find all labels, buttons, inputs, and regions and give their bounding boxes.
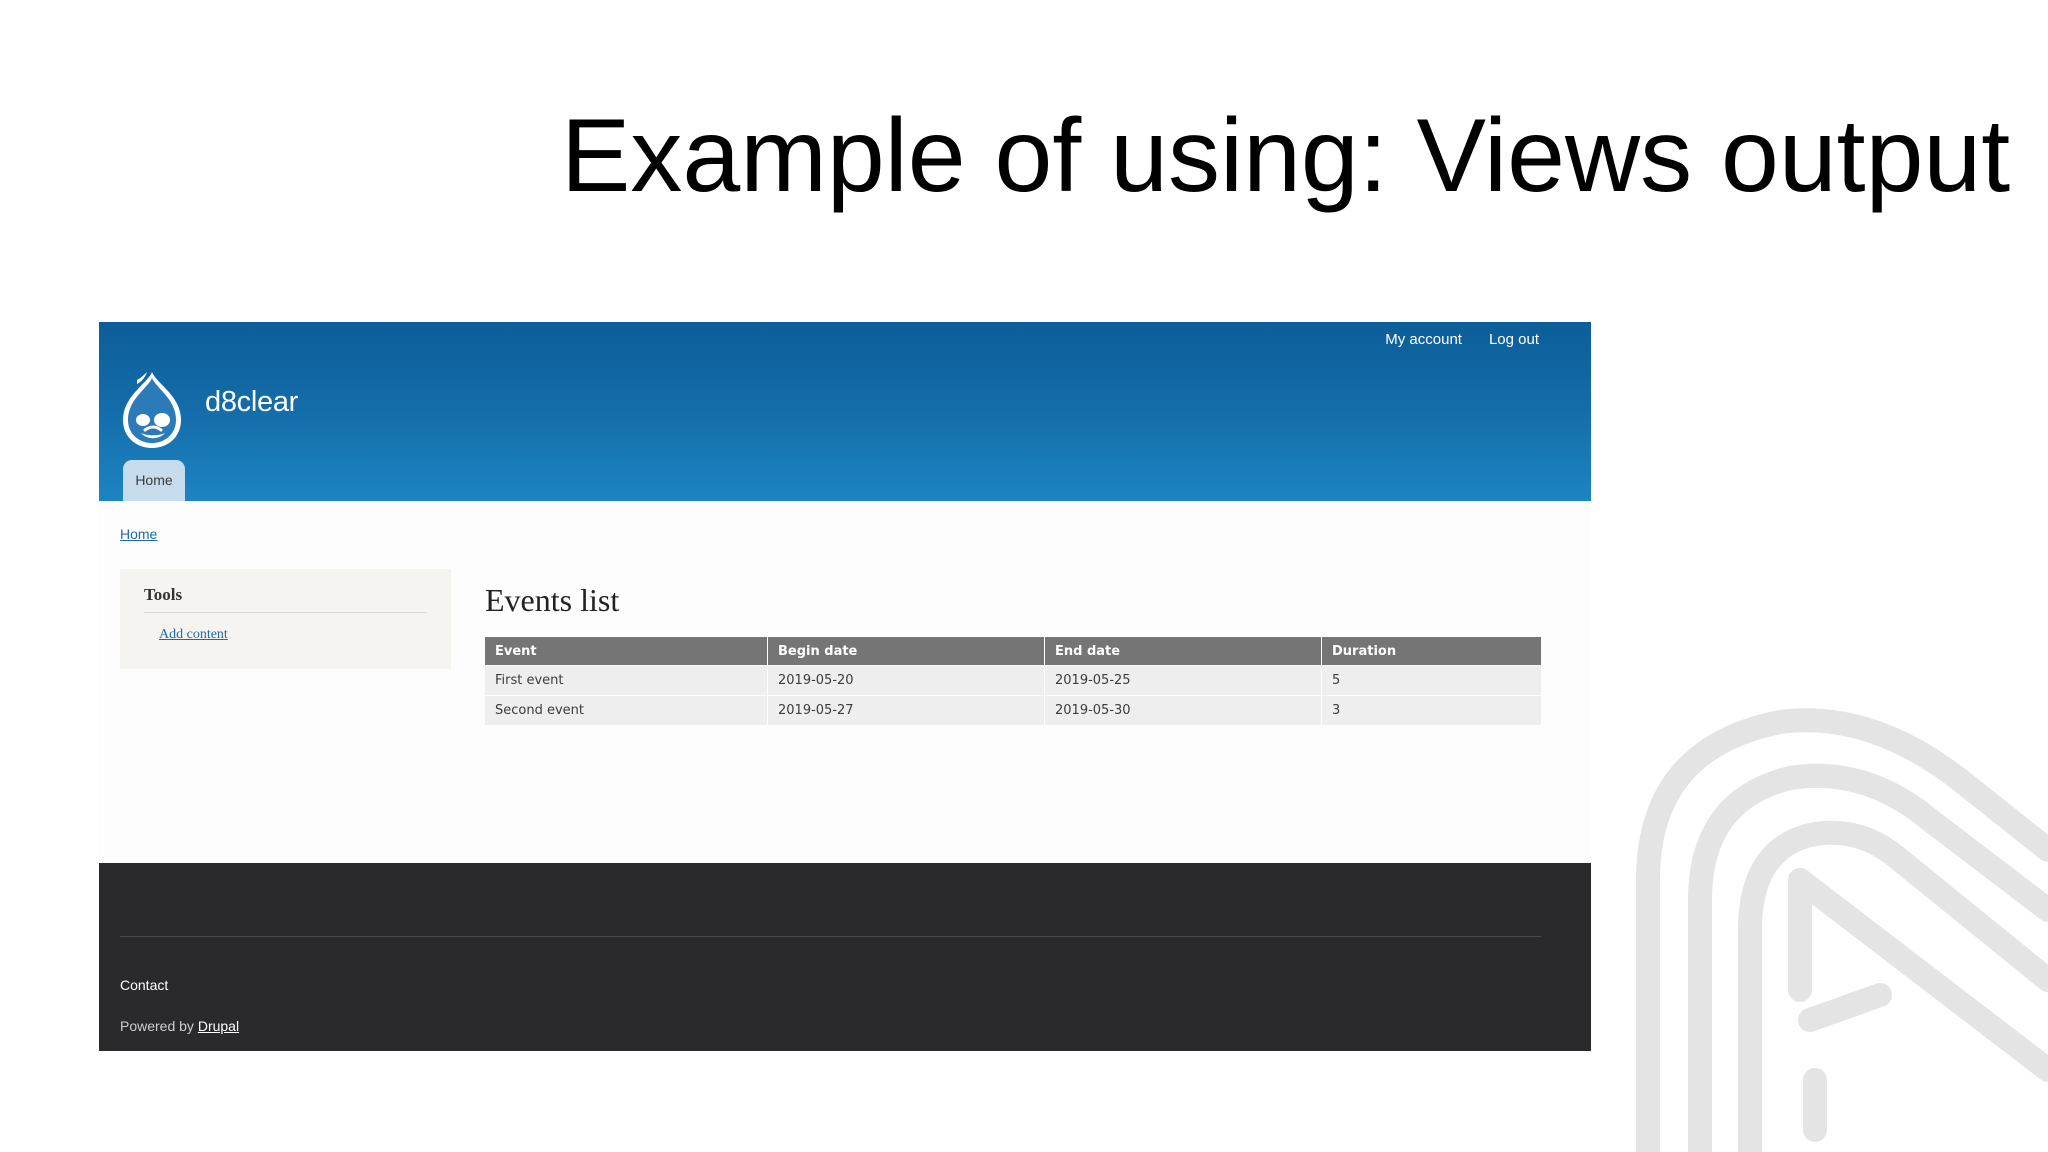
cell-duration: 5 — [1321, 665, 1541, 696]
sidebar-tools-block: Tools Add content — [120, 569, 451, 669]
breadcrumb-home-link[interactable]: Home — [120, 526, 157, 542]
table-row: Second event 2019-05-27 2019-05-30 3 — [485, 695, 1541, 725]
sidebar-title: Tools — [144, 585, 427, 613]
powered-by-prefix: Powered by — [120, 1018, 198, 1034]
brand-watermark-icon — [1636, 708, 2048, 1152]
slide-title: Example of using: Views output — [561, 98, 2011, 214]
add-content-link[interactable]: Add content — [159, 627, 228, 643]
my-account-link[interactable]: My account — [1385, 328, 1462, 352]
cell-duration: 3 — [1321, 695, 1541, 725]
main-menu: Home — [123, 460, 185, 501]
events-table: Event Begin date End date Duration First… — [485, 637, 1541, 725]
column-header-duration[interactable]: Duration — [1321, 637, 1541, 666]
powered-by-text: Powered by Drupal — [120, 1018, 239, 1034]
column-header-end-date[interactable]: End date — [1044, 637, 1322, 666]
cell-end-date: 2019-05-30 — [1044, 695, 1322, 725]
page-title: Events list — [485, 582, 620, 618]
drupal-drop-logo-icon[interactable] — [119, 370, 185, 450]
cell-end-date: 2019-05-25 — [1044, 665, 1322, 696]
drupal-link[interactable]: Drupal — [198, 1018, 239, 1034]
cell-begin-date: 2019-05-20 — [767, 665, 1045, 696]
tab-home[interactable]: Home — [123, 460, 185, 501]
secondary-menu: My account Log out — [1385, 328, 1539, 352]
site-footer: Contact Powered by Drupal — [99, 863, 1591, 1051]
site-name[interactable]: d8clear — [205, 386, 298, 419]
column-header-begin-date[interactable]: Begin date — [767, 637, 1045, 666]
website-screenshot: My account Log out d8clear Home Home Too… — [99, 322, 1591, 1051]
cell-begin-date: 2019-05-27 — [767, 695, 1045, 725]
table-row: First event 2019-05-20 2019-05-25 5 — [485, 665, 1541, 696]
column-header-event[interactable]: Event — [485, 637, 768, 666]
footer-contact-link[interactable]: Contact — [120, 977, 168, 993]
table-header-row: Event Begin date End date Duration — [485, 637, 1541, 666]
site-header: My account Log out d8clear Home — [99, 322, 1591, 501]
log-out-link[interactable]: Log out — [1489, 328, 1539, 352]
cell-event: First event — [485, 665, 768, 696]
cell-event: Second event — [485, 695, 768, 725]
footer-divider — [120, 936, 1541, 937]
